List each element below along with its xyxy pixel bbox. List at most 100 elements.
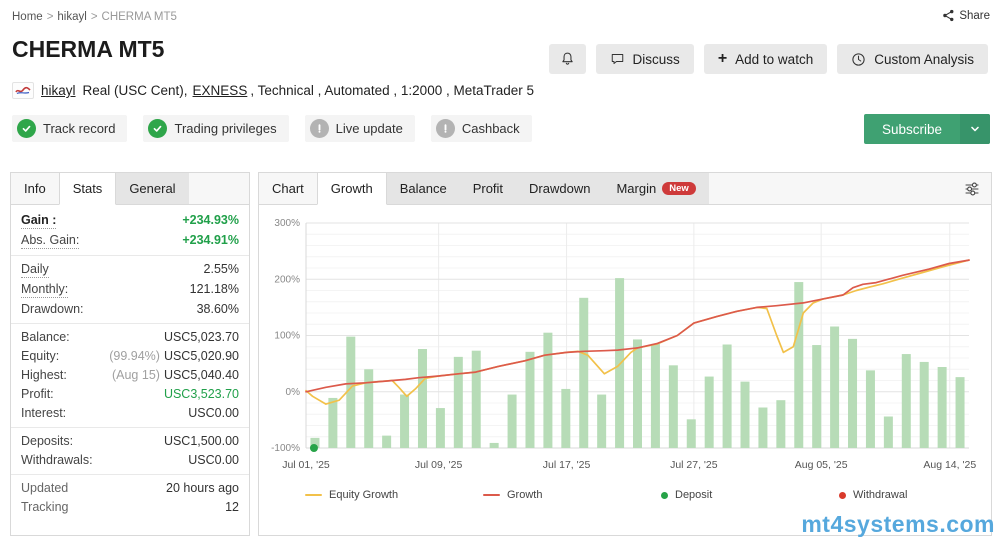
breadcrumb-user[interactable]: hikayl — [57, 11, 86, 23]
tab-stats[interactable]: Stats — [58, 173, 117, 205]
sliders-icon — [965, 182, 979, 195]
badge-label: Track record — [43, 121, 116, 136]
chart-tabs: Chart Growth Balance Profit Drawdown Mar… — [259, 173, 991, 205]
svg-text:Jul 01, '25: Jul 01, '25 — [282, 459, 330, 471]
subscribe-dropdown-button[interactable] — [960, 114, 990, 144]
exclamation-icon — [435, 119, 455, 138]
stat-label-interest: Interest: — [21, 406, 67, 420]
stat-label-updated: Updated — [21, 481, 69, 495]
stat-value-monthly: 121.18% — [189, 282, 239, 296]
chart-settings-button[interactable] — [953, 173, 991, 204]
legend-item[interactable]: Deposit — [661, 489, 839, 501]
share-label: Share — [959, 9, 990, 22]
stat-row-equity: Equity: (99.94%) USC5,020.90 — [11, 347, 249, 366]
stat-row-updated: Updated 20 hours ago — [11, 479, 249, 498]
legend-dot-swatch — [661, 491, 668, 499]
svg-text:100%: 100% — [274, 331, 300, 342]
tab-balance[interactable]: Balance — [386, 173, 460, 204]
stat-row-profit: Profit: USC3,523.70 — [11, 385, 249, 404]
notifications-button[interactable] — [548, 44, 586, 74]
stat-label-highest: Highest: — [21, 368, 67, 382]
bell-icon — [561, 52, 573, 65]
stat-value-highest-date: (Aug 15) — [111, 368, 160, 382]
legend-item[interactable]: Equity Growth — [305, 489, 483, 501]
add-to-watch-label: Add to watch — [735, 51, 814, 67]
stat-label-withdrawals: Withdrawals: — [21, 453, 93, 467]
tab-margin[interactable]: Margin New — [603, 173, 709, 204]
add-to-watch-button[interactable]: + Add to watch — [703, 44, 828, 74]
stat-row-balance: Balance: USC5,023.70 — [11, 328, 249, 347]
badge-label: Cashback — [461, 121, 520, 136]
stat-row-drawdown: Drawdown: 38.60% — [11, 300, 249, 319]
divider — [11, 323, 249, 324]
legend-item[interactable]: Withdrawal — [839, 489, 1000, 501]
stat-row-gain: Gain : +234.93% — [11, 211, 249, 231]
stat-row-interest: Interest: USC0.00 — [11, 404, 249, 423]
stat-label-daily[interactable]: Daily — [21, 262, 49, 278]
page-title: CHERMA MT5 — [12, 36, 165, 62]
breadcrumb-separator: > — [46, 11, 54, 23]
discuss-icon — [611, 53, 623, 65]
plus-icon: + — [717, 50, 728, 67]
custom-analysis-button[interactable]: Custom Analysis — [837, 44, 988, 74]
stat-row-daily: Daily 2.55% — [11, 260, 249, 280]
account-owner-link[interactable]: hikayl — [41, 83, 76, 98]
share-icon — [943, 9, 954, 22]
stat-value-interest: USC0.00 — [188, 406, 239, 420]
stat-row-monthly: Monthly: 121.18% — [11, 280, 249, 300]
svg-text:300%: 300% — [274, 218, 300, 229]
tab-growth[interactable]: Growth — [316, 173, 387, 205]
stat-label-profit: Profit: — [21, 387, 54, 401]
divider — [11, 427, 249, 428]
svg-text:0%: 0% — [286, 387, 301, 398]
exclamation-icon — [309, 119, 329, 138]
growth-chart[interactable]: Jul 01, '25 Jul 09, '25 Jul 17, '25 Jul 27,… — [259, 205, 989, 505]
tab-drawdown[interactable]: Drawdown — [516, 173, 604, 204]
tab-profit[interactable]: Profit — [459, 173, 517, 204]
stat-value-drawdown: 38.60% — [196, 302, 239, 316]
clock-icon — [852, 52, 865, 66]
watermark: mt4systems.com — [801, 511, 995, 537]
stat-value-withdrawals: USC0.00 — [188, 453, 239, 467]
stat-value-deposits: USC1,500.00 — [163, 434, 239, 448]
badge-track-record[interactable]: Track record — [12, 115, 128, 142]
discuss-label: Discuss — [632, 51, 680, 67]
chart-legend: Equity Growth Growth Deposit Withdrawal — [305, 489, 1000, 501]
breadcrumb-home[interactable]: Home — [12, 11, 43, 23]
stat-value-daily: 2.55% — [203, 262, 239, 276]
legend-item[interactable]: Growth — [483, 489, 661, 501]
legend-line-swatch — [483, 494, 500, 496]
stat-label-balance: Balance: — [21, 330, 70, 344]
stats-list: Gain : +234.93% Abs. Gain: +234.91% Dail… — [11, 205, 249, 517]
badge-label: Trading privileges — [174, 121, 277, 136]
badge-label: Live update — [335, 121, 403, 136]
discuss-button[interactable]: Discuss — [595, 44, 694, 74]
info-tabs: Info Stats General — [11, 173, 249, 205]
stat-label-tracking: Tracking — [21, 500, 69, 514]
tab-general[interactable]: General — [116, 173, 189, 204]
stat-row-withdrawals: Withdrawals: USC0.00 — [11, 451, 249, 470]
stat-value-abs-gain: +234.91% — [182, 233, 239, 247]
page: Home > hikayl > CHERMA MT5 Share CHERMA MT5 … — [0, 0, 1000, 550]
stat-value-highest: (Aug 15) USC5,040.40 — [111, 368, 239, 382]
badge-cashback[interactable]: Cashback — [430, 115, 532, 142]
breadcrumb: Home > hikayl > CHERMA MT5 — [12, 11, 177, 23]
check-icon — [148, 119, 168, 138]
legend-label: Deposit — [675, 489, 713, 501]
badge-live-update[interactable]: Live update — [304, 115, 415, 142]
stat-label-abs-gain[interactable]: Abs. Gain: — [21, 233, 80, 249]
stat-label-deposits: Deposits: — [21, 434, 74, 448]
tab-chart[interactable]: Chart — [259, 173, 317, 204]
stat-value-equity: (99.94%) USC5,020.90 — [109, 349, 239, 363]
legend-dot-swatch — [839, 491, 846, 499]
share-button[interactable]: Share — [942, 9, 990, 22]
subscribe-button[interactable]: Subscribe — [863, 114, 990, 144]
svg-text:Jul 09, '25: Jul 09, '25 — [415, 459, 463, 471]
stat-value-updated: 20 hours ago — [166, 481, 239, 495]
stat-label-monthly[interactable]: Monthly: — [21, 282, 69, 298]
stat-label-gain[interactable]: Gain : — [21, 213, 57, 229]
divider — [11, 255, 249, 256]
broker-link[interactable]: EXNESS — [193, 83, 248, 98]
tab-info[interactable]: Info — [11, 173, 59, 204]
badge-trading-privileges[interactable]: Trading privileges — [143, 115, 289, 142]
